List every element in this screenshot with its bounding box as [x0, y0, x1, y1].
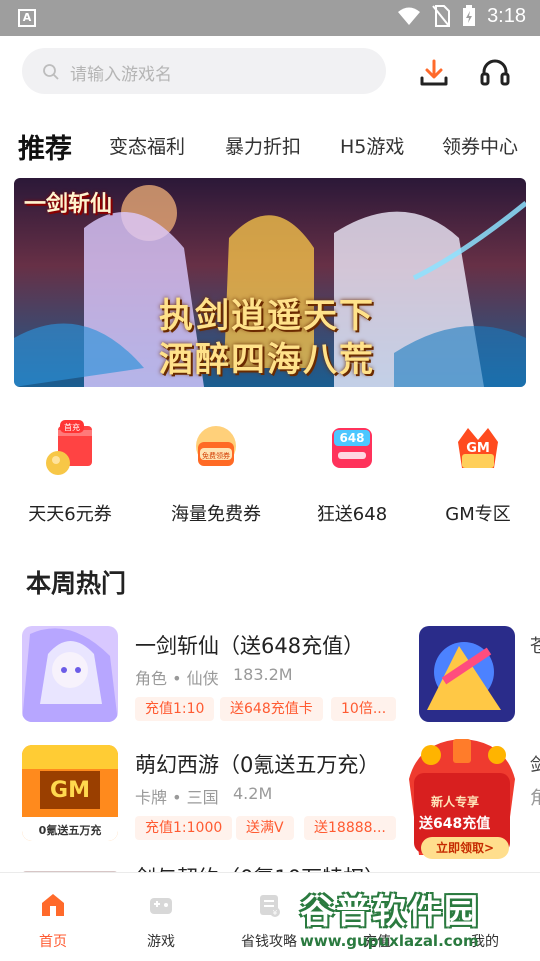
game-size: 183.2M [233, 665, 293, 684]
download-icon [420, 59, 448, 86]
top-bar: 请输入游戏名 [22, 48, 518, 96]
watermark: 谷普软件园 www.gupuxlazal.com [294, 878, 540, 958]
free-coupon-badge: 免费领券 [202, 451, 230, 460]
weekly-hot-title: 本周热门 [26, 569, 127, 598]
nav-label: 首页 [39, 934, 67, 950]
gift-648-icon: 648 [332, 428, 372, 468]
status-icons: 3:18 [397, 4, 526, 28]
first-charge-badge: 首充 [64, 422, 80, 432]
right-game-art [419, 626, 515, 722]
tab-recommend[interactable]: 推荐 [18, 127, 72, 166]
right-game-title-partial: 剑 [530, 755, 540, 776]
gm-zone-icon: GM [458, 428, 498, 468]
game-tag: 送648充值卡 [220, 697, 323, 721]
game-size: 4.2M [233, 784, 273, 803]
nav-home[interactable]: 首页 [8, 873, 98, 961]
gm-badge: GM [466, 441, 490, 456]
search-input[interactable]: 请输入游戏名 [22, 48, 386, 94]
no-sim-icon [432, 5, 451, 27]
download-button[interactable] [417, 56, 451, 90]
status-bar: A 3:18 [0, 0, 540, 36]
quick-link-label: GM专区 [445, 504, 511, 525]
promo-title: 新人专享 [431, 795, 480, 809]
game-tag: 充值1:10 [135, 697, 215, 721]
right-game-category-partial: 角 [530, 788, 540, 809]
game-tag: 充值1:1000 [135, 816, 233, 840]
search-placeholder: 请输入游戏名 [70, 65, 172, 85]
clock-time: 3:18 [487, 4, 526, 27]
game-art [22, 626, 118, 722]
headset-icon [480, 59, 510, 86]
game-title: 萌幻西游（0氪送五万充） [135, 753, 380, 777]
search-icon [43, 64, 59, 80]
new-user-promo[interactable]: 新人专享 送648充值 立即领取> [401, 733, 523, 861]
quick-link-daily-coupon[interactable]: 首充 天天6元券 [10, 410, 130, 530]
svg-text:¥: ¥ [273, 909, 278, 917]
tab-coupon-center[interactable]: 领券中心 [442, 132, 518, 159]
quick-link-gm[interactable]: GM GM专区 [418, 410, 538, 530]
quick-link-label: 天天6元券 [28, 504, 112, 525]
game-title: 一剑斩仙（送648充值） [135, 634, 365, 658]
home-icon [42, 894, 64, 916]
watermark-url: www.gupuxlazal.com [300, 932, 479, 950]
game-icon [150, 898, 172, 914]
battery-icon [463, 5, 476, 26]
banner-headline-2: 酒醉四海八荒 [159, 340, 375, 380]
game-thumbnail: GM 0氪送五万充 [22, 745, 118, 841]
game-tag: 10倍... [331, 697, 397, 721]
guide-icon: ¥ [260, 895, 280, 917]
quick-link-label: 狂送648 [316, 504, 388, 525]
nav-games[interactable]: 游戏 [116, 873, 206, 961]
first-charge-icon: 首充 [46, 420, 92, 475]
nav-label: 游戏 [147, 934, 175, 950]
quick-links: 首充 天天6元券 免费领券 海量免费券 648 狂送648 GM GM专区 [0, 410, 540, 530]
tab-welfare[interactable]: 变态福利 [109, 132, 185, 159]
game-art: GM 0氪送五万充 [22, 745, 118, 841]
right-game-title-partial: 苍 [530, 636, 540, 657]
tab-discount[interactable]: 暴力折扣 [225, 132, 301, 159]
game-row[interactable]: 一剑斩仙（送648充值） 角色 • 仙侠 183.2M 充值1:10 送648充… [0, 626, 540, 730]
free-coupon-icon: 免费领券 [196, 426, 236, 466]
game-row[interactable]: 剑与契约（0氪10万特权） [0, 864, 540, 874]
tab-h5-games[interactable]: H5游戏 [340, 132, 404, 159]
game-category: 角色 • 仙侠 [135, 669, 219, 688]
game-tag: 送满V [236, 816, 294, 840]
promo-subtitle: 送648充值 [419, 816, 491, 832]
game-tag: 送18888... [304, 816, 396, 840]
support-button[interactable] [478, 56, 512, 90]
watermark-title: 谷普软件园 [300, 892, 480, 932]
banner-game-logo: 一剑斩仙 [24, 192, 113, 217]
category-tabs: 推荐 变态福利 暴力折扣 H5游戏 领券中心 [18, 124, 540, 166]
game-thumbnail [22, 864, 118, 872]
right-game-thumbnail[interactable] [419, 626, 515, 722]
quick-link-free-coupons[interactable]: 免费领券 海量免费券 [156, 410, 276, 530]
gift-648-badge: 648 [339, 431, 364, 445]
svg-text:0氪送五万充: 0氪送五万充 [39, 823, 102, 837]
app-indicator-icon: A [18, 9, 36, 27]
promo-banner[interactable]: 一剑斩仙 执剑逍遥天下 酒醉四海八荒 [14, 178, 526, 387]
wifi-icon [398, 7, 421, 25]
game-category: 卡牌 • 三国 [135, 788, 219, 807]
claim-now-button[interactable]: 立即领取> [421, 837, 509, 859]
quick-link-648[interactable]: 648 狂送648 [292, 410, 412, 530]
banner-headline-1: 执剑逍遥天下 [159, 296, 375, 336]
quick-link-label: 海量免费券 [171, 504, 261, 525]
game-thumbnail [22, 626, 118, 722]
svg-text:GM: GM [50, 778, 90, 803]
